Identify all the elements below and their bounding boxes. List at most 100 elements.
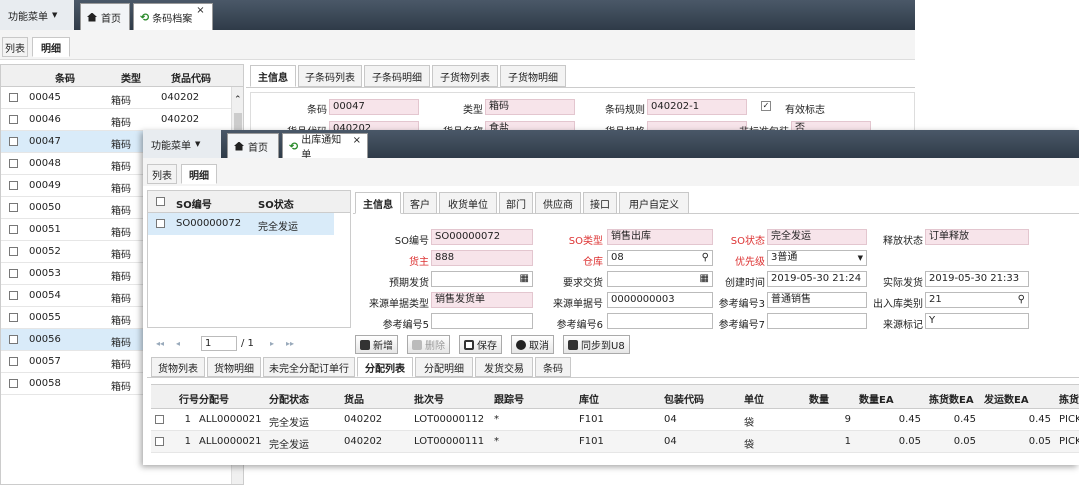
src-type-input[interactable]: 销售发货单 <box>431 292 533 308</box>
row-checkbox[interactable] <box>9 137 18 149</box>
save-button[interactable]: 保存 <box>459 335 502 354</box>
req-delivery-input[interactable]: ▦ <box>607 271 713 287</box>
calendar-icon[interactable]: ▦ <box>520 272 529 286</box>
row-checkbox[interactable] <box>9 159 18 171</box>
alloc-cell: ALL00000218 <box>199 414 261 425</box>
row-checkbox[interactable] <box>9 291 18 303</box>
table-row[interactable]: SO00000072 完全发运 <box>148 213 334 235</box>
tab-main-info[interactable]: 主信息 <box>250 65 296 87</box>
tab-shipping-transactions[interactable]: 发货交易 <box>475 357 533 377</box>
ref6-input[interactable] <box>607 313 713 329</box>
tab-home[interactable]: 首页 <box>80 3 130 30</box>
scroll-up-icon[interactable]: ⌃ <box>234 95 242 105</box>
tab-allocation-list[interactable]: 分配列表 <box>357 357 413 377</box>
row-checkbox[interactable] <box>9 181 18 193</box>
ref7-input[interactable] <box>767 313 867 329</box>
alloc-cell: PICKTO <box>1059 436 1079 447</box>
tab-goods-list[interactable]: 货物列表 <box>151 357 205 377</box>
function-menu-button[interactable]: 功能菜单 ▼ <box>143 130 221 158</box>
page-input[interactable]: 1 <box>201 336 237 351</box>
tab-department[interactable]: 部门 <box>499 192 533 214</box>
tab-sub-goods-detail[interactable]: 子货物明细 <box>500 65 566 87</box>
so-status-input[interactable]: 完全发运 <box>767 229 867 245</box>
row-checkbox[interactable] <box>156 219 165 231</box>
type-cell: 箱码 <box>111 118 131 129</box>
chevron-down-icon[interactable]: ▼ <box>858 251 863 265</box>
row-checkbox[interactable] <box>9 115 18 127</box>
src-flag-input[interactable]: Y <box>925 313 1029 329</box>
close-icon[interactable]: × <box>353 135 361 146</box>
tab-interface[interactable]: 接口 <box>583 192 617 214</box>
tab-barcode[interactable]: 条码 <box>535 357 571 377</box>
src-no-input[interactable]: 0000000003 <box>607 292 713 308</box>
function-menu-button[interactable]: 功能菜单 ▼ <box>0 0 74 30</box>
search-icon[interactable]: ⚲ <box>1018 293 1025 307</box>
tab-supplier[interactable]: 供应商 <box>535 192 581 214</box>
row-checkbox[interactable] <box>155 415 164 427</box>
tab-customer[interactable]: 客户 <box>403 192 437 214</box>
tab-home[interactable]: 首页 <box>227 133 279 158</box>
actual-ship-input[interactable]: 2019-05-30 21:33 <box>925 271 1029 287</box>
header-select-all[interactable] <box>156 197 165 209</box>
table-row[interactable]: 1 ALL00000218 完全发运 040202 LOT00000112 * F101 04… <box>151 409 1079 431</box>
row-checkbox[interactable] <box>9 203 18 215</box>
warehouse-input[interactable]: 08 ⚲ <box>607 250 713 266</box>
save-icon <box>464 339 474 350</box>
type-cell: 箱码 <box>111 162 131 173</box>
priority-select[interactable]: 3普通 ▼ <box>767 250 867 266</box>
alloc-cell: 04 <box>664 436 677 447</box>
tab-barcode[interactable]: ⟲ 条码档案 × <box>133 3 213 30</box>
owner-input[interactable]: 888 <box>431 250 533 266</box>
close-icon[interactable]: × <box>196 5 204 16</box>
tab-list[interactable]: 列表 <box>2 37 28 57</box>
new-button[interactable]: 新增 <box>355 335 398 354</box>
ref3-input[interactable]: 普通销售 <box>767 292 867 308</box>
next-page-icon[interactable]: ▸ <box>265 336 279 350</box>
first-page-icon[interactable]: ◂◂ <box>153 336 167 350</box>
row-checkbox[interactable] <box>9 357 18 369</box>
so-type-input[interactable]: 销售出库 <box>607 229 713 245</box>
tab-user-defined[interactable]: 用户自定义 <box>619 192 689 214</box>
table-row[interactable]: 00046 箱码 040202 <box>1 109 231 131</box>
valid-label: 有效标志 <box>785 105 825 116</box>
sync-u8-button[interactable]: 同步到U8 <box>563 335 630 354</box>
row-checkbox[interactable] <box>9 269 18 281</box>
tab-detail[interactable]: 明细 <box>32 37 70 57</box>
tab-outbound-notice[interactable]: ⟲ 出库通知单 × <box>282 133 368 161</box>
tab-main-info[interactable]: 主信息 <box>355 192 401 214</box>
table-row[interactable]: 00045 箱码 040202 <box>1 87 231 109</box>
alloc-cell: 袋 <box>744 418 754 429</box>
tab-consignee[interactable]: 收货单位 <box>439 192 497 214</box>
expect-ship-input[interactable]: ▦ <box>431 271 533 287</box>
row-checkbox[interactable] <box>155 437 164 449</box>
barcode-input[interactable]: 00047 <box>329 99 419 115</box>
type-input[interactable]: 箱码 <box>485 99 575 115</box>
row-checkbox[interactable] <box>9 93 18 105</box>
delete-button[interactable]: 删除 <box>407 335 450 354</box>
rule-input[interactable]: 040202-1 <box>647 99 747 115</box>
row-checkbox[interactable] <box>9 335 18 347</box>
row-checkbox[interactable] <box>9 379 18 391</box>
tab-sub-barcode-list[interactable]: 子条码列表 <box>298 65 362 87</box>
so-no-label: SO编号 <box>394 236 429 247</box>
io-type-input[interactable]: 21 ⚲ <box>925 292 1029 308</box>
tab-detail[interactable]: 明细 <box>181 164 217 184</box>
tab-sub-barcode-detail[interactable]: 子条码明细 <box>364 65 430 87</box>
ref5-input[interactable] <box>431 313 533 329</box>
so-no-input[interactable]: SO00000072 <box>431 229 533 245</box>
tab-goods-detail[interactable]: 货物明细 <box>207 357 261 377</box>
prev-page-icon[interactable]: ◂ <box>171 336 185 350</box>
table-row[interactable]: 1 ALL00000219 完全发运 040202 LOT00000111 * F101 04… <box>151 431 1079 453</box>
tab-list[interactable]: 列表 <box>147 164 177 184</box>
tab-allocation-detail[interactable]: 分配明细 <box>415 357 473 377</box>
row-checkbox[interactable] <box>9 225 18 237</box>
last-page-icon[interactable]: ▸▸ <box>283 336 297 350</box>
created-input[interactable]: 2019-05-30 21:24 <box>767 271 867 287</box>
tab-sub-goods-list[interactable]: 子货物列表 <box>432 65 498 87</box>
row-checkbox[interactable] <box>9 313 18 325</box>
release-input[interactable]: 订单释放 <box>925 229 1029 245</box>
valid-checkbox[interactable]: ✓ <box>761 101 771 111</box>
cancel-button[interactable]: 取消 <box>511 335 554 354</box>
row-checkbox[interactable] <box>9 247 18 259</box>
tab-unallocated-lines[interactable]: 未完全分配订单行 <box>263 357 355 377</box>
